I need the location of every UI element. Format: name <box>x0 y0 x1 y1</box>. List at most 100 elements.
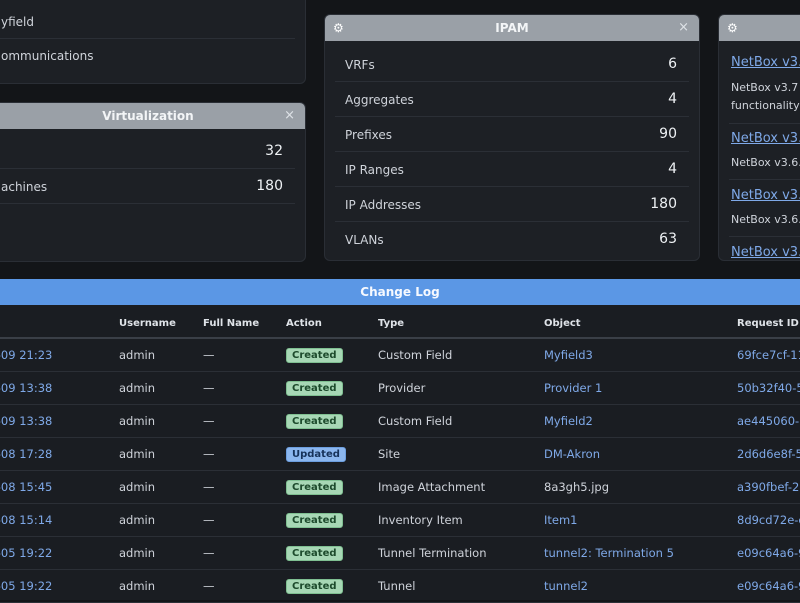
table-row: -01-09 13:38admin—Created ProviderProvide… <box>0 371 800 405</box>
divider <box>729 123 800 124</box>
changelog-username: admin <box>119 338 203 372</box>
organization-row-label: yfield <box>1 15 34 29</box>
action-badge: Created <box>286 381 343 396</box>
action-badge: Created <box>286 513 343 528</box>
changelog-object-link[interactable]: Myfield3 <box>544 338 737 372</box>
changelog-time-link[interactable]: -01-08 15:45 <box>0 470 119 504</box>
news-link[interactable]: NetBox v3.7 <box>731 55 800 70</box>
ipam-row-aggregates[interactable]: Aggregates 4 <box>335 83 689 117</box>
column-header-time[interactable] <box>0 309 119 339</box>
changelog-header: Change Log <box>0 279 800 305</box>
table-row: -01-08 15:45admin—Created Image Attachmen… <box>0 470 800 504</box>
changelog-request-link[interactable]: 50b32f40-5 <box>737 371 800 405</box>
organization-row-label: ommunications <box>1 49 94 63</box>
card-title: Change Log <box>360 285 440 299</box>
organization-row[interactable]: ommunications <box>0 39 295 73</box>
changelog-object-link[interactable]: Provider 1 <box>544 371 737 405</box>
ipam-row-label: Aggregates <box>345 93 414 107</box>
changelog-card: Change Log Username Full Name Action Typ… <box>0 279 800 603</box>
changelog-object-link[interactable]: Item1 <box>544 503 737 537</box>
changelog-action: Created <box>286 503 378 537</box>
changelog-time-link[interactable]: -01-09 13:38 <box>0 371 119 405</box>
ipam-row-count: 90 <box>659 126 677 142</box>
ipam-row-prefixes[interactable]: Prefixes 90 <box>335 118 689 152</box>
ipam-row-label: IP Ranges <box>345 163 404 177</box>
changelog-object-link[interactable]: 8a3gh5.jpg <box>544 470 737 504</box>
column-header-full-name[interactable]: Full Name <box>203 309 286 339</box>
ipam-row-vrfs[interactable]: VRFs 6 <box>335 48 689 82</box>
changelog-full-name: — <box>203 503 286 537</box>
news-link[interactable]: NetBox v3. <box>731 245 800 260</box>
news-link[interactable]: NetBox v3. <box>731 188 800 203</box>
gear-icon[interactable]: ⚙ <box>333 15 344 41</box>
changelog-time-link[interactable]: -01-09 13:38 <box>0 404 119 438</box>
changelog-type: Tunnel <box>378 569 544 603</box>
column-header-request-id[interactable]: Request ID <box>737 309 800 339</box>
organization-row[interactable]: yfield <box>0 5 295 39</box>
close-icon[interactable]: × <box>284 103 295 129</box>
changelog-username: admin <box>119 371 203 405</box>
news-card: ⚙ NetBox v3.7 NetBox v3.7 functionality … <box>718 14 800 261</box>
divider <box>729 179 800 180</box>
column-header-username[interactable]: Username <box>119 309 203 339</box>
changelog-request-link[interactable]: e09c64a6-9 <box>737 569 800 603</box>
card-title: Virtualization <box>102 109 194 123</box>
changelog-type: Image Attachment <box>378 470 544 504</box>
card-title: IPAM <box>495 21 529 35</box>
column-header-type[interactable]: Type <box>378 309 544 339</box>
changelog-request-link[interactable]: e09c64a6-9 <box>737 536 800 570</box>
news-card-header: ⚙ <box>719 15 800 41</box>
close-icon[interactable]: × <box>678 15 689 41</box>
changelog-time-link[interactable]: -01-09 21:23 <box>0 338 119 372</box>
virtualization-row[interactable]: achines 180 <box>0 170 295 204</box>
changelog-object-link[interactable]: tunnel2 <box>544 569 737 603</box>
changelog-request-link[interactable]: ae445060-3 <box>737 404 800 438</box>
column-header-object[interactable]: Object <box>544 309 737 339</box>
ipam-row-ip-ranges[interactable]: IP Ranges 4 <box>335 153 689 187</box>
changelog-request-link[interactable]: 2d6d6e8f-5 <box>737 437 800 471</box>
table-row: -01-09 13:38admin—Created Custom FieldMyf… <box>0 404 800 438</box>
changelog-time-link[interactable]: -01-05 19:22 <box>0 569 119 603</box>
changelog-type: Provider <box>378 371 544 405</box>
changelog-table: Username Full Name Action Type Object Re… <box>0 309 800 603</box>
virtualization-row-count: 32 <box>265 143 283 159</box>
changelog-time-link[interactable]: -01-05 19:22 <box>0 536 119 570</box>
changelog-action: Created <box>286 338 378 372</box>
changelog-request-link[interactable]: 69fce7cf-11 <box>737 338 800 372</box>
action-badge: Created <box>286 414 343 429</box>
changelog-full-name: — <box>203 536 286 570</box>
changelog-username: admin <box>119 536 203 570</box>
ipam-row-label: Prefixes <box>345 128 393 142</box>
column-header-action[interactable]: Action <box>286 309 378 339</box>
ipam-row-count: 4 <box>668 161 677 177</box>
changelog-action: Created <box>286 371 378 405</box>
news-summary: NetBox v3.6. <box>731 213 800 226</box>
changelog-type: Custom Field <box>378 404 544 438</box>
changelog-object-link[interactable]: tunnel2: Termination 5 <box>544 536 737 570</box>
virtualization-row-count: 180 <box>256 178 283 194</box>
changelog-time-link[interactable]: -01-08 17:28 <box>0 437 119 471</box>
table-header-row: Username Full Name Action Type Object Re… <box>0 309 800 339</box>
ipam-row-count: 63 <box>659 231 677 247</box>
gear-icon[interactable]: ⚙ <box>727 15 738 41</box>
news-summary: NetBox v3.7 <box>731 81 799 94</box>
changelog-full-name: — <box>203 470 286 504</box>
table-row: -01-09 21:23admin—Created Custom FieldMyf… <box>0 338 800 372</box>
changelog-object-link[interactable]: DM-Akron <box>544 437 737 471</box>
virtualization-card-header: Virtualization × <box>0 103 305 129</box>
news-link[interactable]: NetBox v3. <box>731 131 800 146</box>
ipam-card: ⚙ IPAM × VRFs 6 Aggregates 4 Prefixes 90… <box>324 14 700 261</box>
changelog-full-name: — <box>203 338 286 372</box>
ipam-row-ip-addresses[interactable]: IP Addresses 180 <box>335 188 689 222</box>
changelog-time-link[interactable]: -01-08 15:14 <box>0 503 119 537</box>
changelog-request-link[interactable]: a390fbef-2 <box>737 470 800 504</box>
ipam-row-label: IP Addresses <box>345 198 422 212</box>
changelog-type: Site <box>378 437 544 471</box>
changelog-request-link[interactable]: 8d9cd72e-c <box>737 503 800 537</box>
changelog-type: Inventory Item <box>378 503 544 537</box>
ipam-card-header: ⚙ IPAM × <box>325 15 699 41</box>
ipam-row-vlans[interactable]: VLANs 63 <box>335 223 689 257</box>
news-summary: functionality <box>731 99 800 112</box>
changelog-object-link[interactable]: Myfield2 <box>544 404 737 438</box>
virtualization-row[interactable]: 32 <box>0 135 295 169</box>
